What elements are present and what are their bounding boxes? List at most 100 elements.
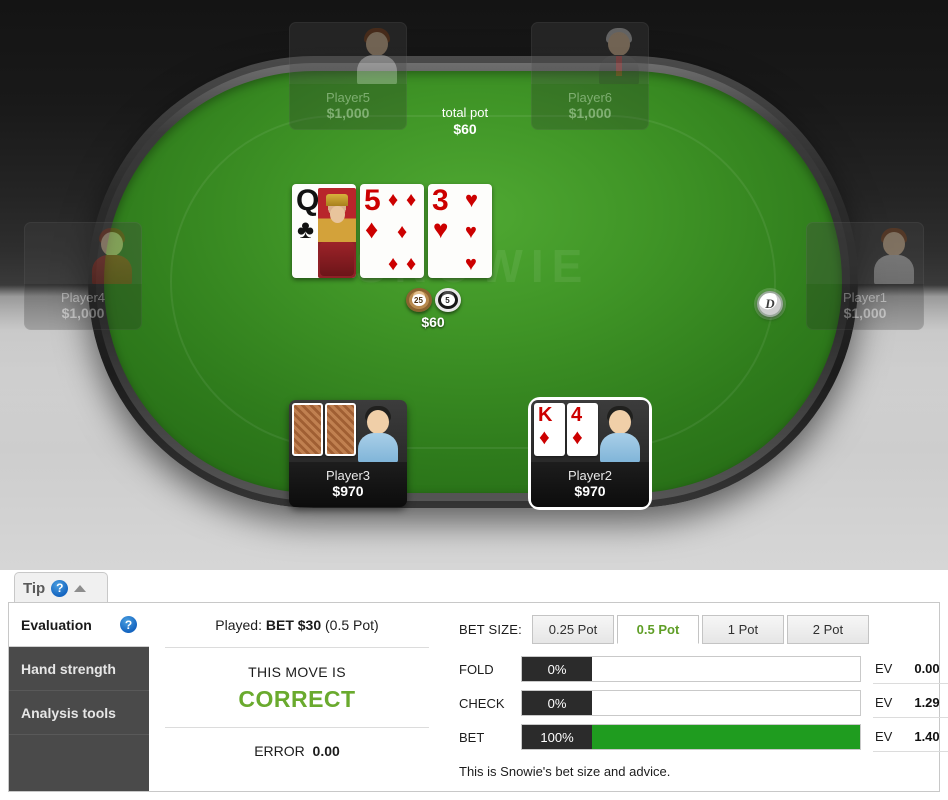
board-card-rank: 5 xyxy=(364,184,381,217)
board-card-three-hearts: 3 ♥ ♥ ♥ ♥ xyxy=(428,184,492,278)
ev-value: 0.00 xyxy=(914,661,940,676)
tab-evaluation[interactable]: Evaluation ? xyxy=(9,603,163,647)
seat-info: Player5 $1,000 xyxy=(289,84,407,130)
chip-5: 5 xyxy=(434,288,461,312)
avatar xyxy=(531,22,649,84)
card-back-icon xyxy=(292,403,323,456)
community-board: Q ♣ 5 ♦ ♦ ♦ ♦ ♦ ♦ 3 ♥ ♥ ♥ ♥ xyxy=(292,184,492,278)
diamond-icon: ♦ xyxy=(539,426,550,449)
action-percent: 100% xyxy=(522,725,592,749)
action-frequency-rows: FOLD 0% EV 0.00 CHECK 0% EV 1.29 BET 100… xyxy=(459,654,948,752)
verdict-text: CORRECT xyxy=(238,686,356,712)
tip-tab[interactable]: Tip ? xyxy=(14,572,108,603)
played-line: Played: BET $30 (0.5 Pot) xyxy=(215,617,378,633)
card-pips: ♥ ♥ ♥ xyxy=(465,187,479,275)
seat-info: Player3 $970 xyxy=(289,462,407,507)
poker-table-area: SNOWIE total pot $60 Q ♣ 5 ♦ ♦ ♦ ♦ xyxy=(0,0,948,570)
advice-column: BET SIZE: 0.25 Pot 0.5 Pot 1 Pot 2 Pot F… xyxy=(445,603,948,791)
player-name: Player2 xyxy=(567,468,613,483)
player-stack: $1,000 xyxy=(326,105,370,121)
action-bar-fill xyxy=(592,725,860,749)
player-stack: $1,000 xyxy=(843,305,887,321)
ev-label: EV xyxy=(875,695,893,710)
ev-cell: EV 1.40 xyxy=(873,723,948,752)
card-back-icon xyxy=(325,403,356,456)
seat-player3[interactable]: Player3 $970 xyxy=(289,400,407,507)
seat-player1[interactable]: Player1 $1,000 xyxy=(806,222,924,330)
bet-size-tab-2-pot[interactable]: 2 Pot xyxy=(786,615,869,644)
total-pot-label: total pot xyxy=(441,105,489,120)
chip-denomination: 5 xyxy=(440,294,455,306)
tab-analysis-tools[interactable]: Analysis tools xyxy=(9,691,149,735)
action-bar: 0% xyxy=(521,656,861,682)
poker-trainer-app: SNOWIE total pot $60 Q ♣ 5 ♦ ♦ ♦ ♦ xyxy=(0,0,948,800)
pot-chip-stack: 25 5 $60 xyxy=(398,288,468,330)
avatar xyxy=(289,22,407,84)
chip-25: 25 xyxy=(405,288,432,312)
error-label: ERROR xyxy=(254,743,305,759)
move-is-label: THIS MOVE IS xyxy=(248,664,346,680)
evaluation-column: Played: BET $30 (0.5 Pot) THIS MOVE IS C… xyxy=(149,603,445,791)
hole-card-rank: K xyxy=(538,404,553,426)
player-stack: $970 xyxy=(332,483,364,499)
chevron-up-icon[interactable] xyxy=(74,584,87,592)
ev-label: EV xyxy=(875,729,893,744)
seat-player6[interactable]: Player6 $1,000 xyxy=(531,22,649,130)
heart-icon: ♥ xyxy=(433,214,449,244)
analysis-panel: Evaluation ? Hand strength Analysis tool… xyxy=(8,602,948,792)
played-action: BET $30 xyxy=(265,617,322,633)
action-bar: 100% xyxy=(521,724,861,750)
player-name: Player3 xyxy=(325,468,371,483)
hole-cards-hidden xyxy=(292,403,356,456)
ev-value: 1.29 xyxy=(914,695,940,710)
ev-cell: EV 1.29 xyxy=(873,689,948,718)
panel-side-tabs: Evaluation ? Hand strength Analysis tool… xyxy=(9,603,163,791)
hole-cards: K ♦ 4 ♦ xyxy=(534,403,598,456)
seat-info: Player1 $1,000 xyxy=(806,284,924,330)
board-card-queen-clubs: Q ♣ xyxy=(292,184,356,278)
divider xyxy=(165,647,429,648)
queen-face-art xyxy=(318,188,356,278)
diamond-icon: ♦ xyxy=(572,426,583,449)
bet-size-tab-1-pot[interactable]: 1 Pot xyxy=(701,615,784,644)
board-card-five-diamonds: 5 ♦ ♦ ♦ ♦ ♦ ♦ xyxy=(360,184,424,278)
diamond-icon: ♦ xyxy=(365,214,379,244)
tab-hand-strength[interactable]: Hand strength xyxy=(9,647,149,691)
bet-size-label: BET SIZE: xyxy=(459,622,522,637)
tab-label: Analysis tools xyxy=(21,704,116,721)
error-value: 0.00 xyxy=(312,743,340,759)
side-tabs-filler xyxy=(9,736,149,791)
hole-card-four-diamonds: 4 ♦ xyxy=(567,403,598,456)
seat-info: Player2 $970 xyxy=(531,462,649,507)
pot-amount: $60 xyxy=(421,314,445,330)
action-row-check: CHECK 0% EV 1.29 xyxy=(459,688,948,718)
action-row-fold: FOLD 0% EV 0.00 xyxy=(459,654,948,684)
action-label: CHECK xyxy=(459,695,505,711)
board-card-rank: Q xyxy=(296,184,320,217)
player-name: Player5 xyxy=(325,90,371,105)
board-card-rank: 3 xyxy=(432,184,449,217)
chip-denomination: 25 xyxy=(411,294,426,306)
player-stack: $970 xyxy=(574,483,606,499)
divider xyxy=(165,727,429,728)
action-percent: 0% xyxy=(522,657,592,681)
club-icon: ♣ xyxy=(297,214,315,244)
seat-player5[interactable]: Player5 $1,000 xyxy=(289,22,407,130)
help-icon[interactable]: ? xyxy=(51,579,69,597)
help-icon[interactable]: ? xyxy=(120,616,137,633)
seat-player4[interactable]: Player4 $1,000 xyxy=(24,222,142,330)
player-stack: $1,000 xyxy=(61,305,105,321)
total-pot-display: total pot $60 xyxy=(410,105,520,138)
advice-note: This is Snowie's bet size and advice. xyxy=(459,764,671,779)
tab-label: Evaluation xyxy=(21,616,92,633)
action-label: FOLD xyxy=(459,661,494,677)
seat-info: Player4 $1,000 xyxy=(24,284,142,330)
seat-player2-hero[interactable]: K ♦ 4 ♦ Player2 $970 xyxy=(531,400,649,507)
bet-size-tabs: BET SIZE: 0.25 Pot 0.5 Pot 1 Pot 2 Pot xyxy=(459,615,948,644)
action-bar: 0% xyxy=(521,690,861,716)
ev-label: EV xyxy=(875,661,893,676)
bet-size-tab-0-5-pot[interactable]: 0.5 Pot xyxy=(616,615,699,644)
total-pot-value: $60 xyxy=(453,121,477,137)
ev-cell: EV 0.00 xyxy=(873,655,948,684)
bet-size-tab-0-25-pot[interactable]: 0.25 Pot xyxy=(531,615,614,644)
